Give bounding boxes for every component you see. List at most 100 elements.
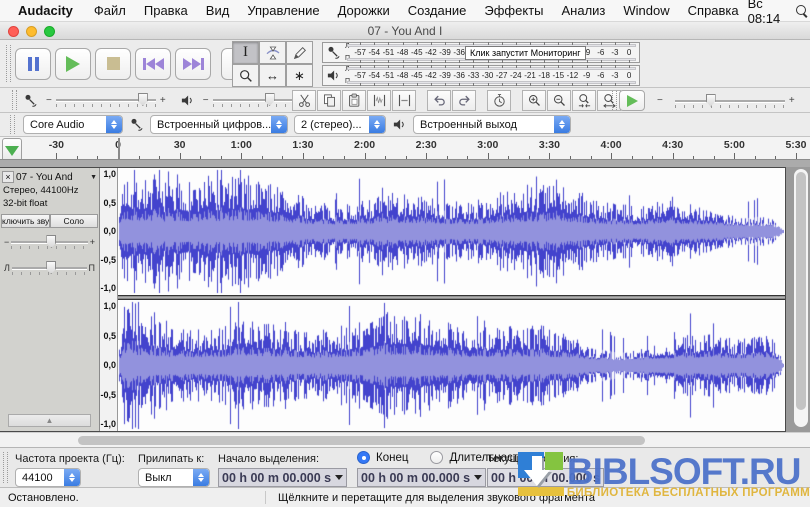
menu-item-4[interactable]: Дорожки: [329, 3, 399, 18]
horizontal-scrollbar-thumb[interactable]: [78, 436, 645, 445]
pause-button[interactable]: [15, 48, 51, 80]
cut-button[interactable]: [292, 90, 316, 111]
field-dropdown-icon[interactable]: [335, 475, 343, 480]
draw-tool-button[interactable]: [286, 41, 313, 64]
timeline-label: 4:00: [601, 139, 622, 151]
transport-toolbar: [4, 40, 259, 87]
playback-device-select[interactable]: Встроенный выход: [413, 115, 571, 134]
timeline-label: 1:00: [231, 139, 252, 151]
playback-device-value: Встроенный выход: [414, 119, 554, 131]
snap-to-select[interactable]: Выкл: [138, 468, 210, 487]
horizontal-scrollbar[interactable]: [0, 432, 810, 447]
track-close-button[interactable]: ×: [2, 171, 14, 183]
magnifier-icon: [238, 68, 254, 84]
recording-device-select[interactable]: Встроенный цифров...: [150, 115, 288, 134]
time-ruler[interactable]: -300301:001:302:002:303:003:304:004:305:…: [24, 137, 810, 159]
trim-button[interactable]: [367, 90, 391, 111]
window-titlebar[interactable]: 07 - You And I: [0, 22, 810, 40]
end-radio[interactable]: [357, 451, 370, 464]
toolbar-grip[interactable]: [10, 115, 15, 133]
speaker-icon: [326, 68, 341, 83]
menu-item-7[interactable]: Анализ: [553, 3, 615, 18]
track-gain-slider[interactable]: [11, 235, 87, 249]
zoom-tool-button[interactable]: [232, 64, 259, 87]
paste-icon: [347, 93, 362, 108]
menu-item-1[interactable]: Правка: [135, 3, 197, 18]
field-dropdown-icon[interactable]: [474, 475, 482, 480]
skip-to-end-button[interactable]: [175, 48, 211, 80]
zoom-out-button[interactable]: [547, 90, 571, 111]
meter-tick-label: -6: [594, 48, 608, 57]
multi-tool-button[interactable]: ∗: [286, 64, 313, 87]
minimize-window-button[interactable]: [26, 26, 37, 37]
audio-host-select[interactable]: Core Audio: [23, 115, 123, 134]
pan-left-label: Л: [4, 263, 10, 273]
undo-button[interactable]: [427, 90, 451, 111]
timeline-ruler[interactable]: -300301:001:302:002:303:003:304:004:305:…: [0, 137, 810, 167]
project-rate-select[interactable]: 44100: [15, 468, 81, 487]
meter-tick-label: -42: [424, 71, 438, 80]
zoom-window-button[interactable]: [44, 26, 55, 37]
envelope-tool-button[interactable]: [259, 41, 286, 64]
play-button[interactable]: [55, 48, 91, 80]
menu-item-9[interactable]: Справка: [679, 3, 748, 18]
playhead-cursor[interactable]: [118, 138, 120, 159]
monitoring-tooltip[interactable]: Клик запустит Мониторинг: [465, 46, 586, 60]
track-pan-slider[interactable]: [12, 261, 87, 275]
selection-tool-button[interactable]: I: [232, 41, 259, 64]
selection-start-field[interactable]: 00 h 00 m 00.000 s: [218, 468, 347, 487]
play-at-speed-button[interactable]: [619, 90, 645, 111]
stop-button[interactable]: [95, 48, 131, 80]
vertical-ruler-label: 0,0: [103, 360, 116, 370]
selection-end-field[interactable]: 00 h 00 m 00.000 s: [357, 468, 486, 487]
menu-item-0[interactable]: Файл: [85, 3, 135, 18]
zoom-selection-button[interactable]: [572, 90, 596, 111]
timeshift-tool-button[interactable]: ↔: [259, 64, 286, 87]
toolbar-grip[interactable]: [6, 45, 11, 83]
recording-channels-select[interactable]: 2 (стерео)...: [294, 115, 386, 134]
zoom-in-button[interactable]: [522, 90, 546, 111]
recording-meter[interactable]: ЛП -57-54-51-48-45-42-39-36-33-30-27-24-…: [322, 42, 640, 63]
length-radio[interactable]: [430, 451, 443, 464]
toolbar-grip[interactable]: [612, 91, 617, 109]
track-collapse-button[interactable]: ▲: [8, 414, 91, 427]
solo-button[interactable]: Соло: [50, 214, 99, 228]
mute-button[interactable]: ключить звук: [1, 214, 50, 228]
menu-item-8[interactable]: Window: [614, 3, 678, 18]
playback-speed-slider[interactable]: [675, 94, 785, 108]
track-menu-arrow-icon[interactable]: ▼: [90, 174, 97, 181]
toolbar-grip[interactable]: [12, 90, 17, 109]
vertical-scrollbar[interactable]: [794, 169, 808, 427]
waveform-right-channel[interactable]: [118, 300, 784, 431]
quick-play-icon: [5, 146, 19, 156]
menu-item-6[interactable]: Эффекты: [475, 3, 552, 18]
status-state: Остановлено.: [0, 492, 265, 504]
toolbar-grip[interactable]: [3, 452, 8, 483]
skip-to-start-button[interactable]: [135, 48, 171, 80]
close-window-button[interactable]: [8, 26, 19, 37]
vertical-scale-ruler[interactable]: 1,00,50,0-0,5-1,0 1,00,50,0-0,5-1,0: [100, 168, 118, 431]
project-rate-label: Частота проекта (Гц):: [15, 453, 125, 465]
meter-tick-label: -45: [410, 71, 424, 80]
copy-button[interactable]: [317, 90, 341, 111]
watermark-title: BIBLSOFT.RU: [567, 456, 810, 487]
spotlight-search-icon[interactable]: [796, 5, 804, 17]
redo-button[interactable]: [452, 90, 476, 111]
menu-item-audacity[interactable]: Audacity: [10, 3, 81, 18]
menu-item-3[interactable]: Управление: [238, 3, 328, 18]
audio-host-value: Core Audio: [24, 119, 106, 131]
menu-item-5[interactable]: Создание: [399, 3, 476, 18]
timeline-label: 2:00: [354, 139, 375, 151]
clock-button[interactable]: [487, 90, 511, 111]
recording-volume-slider[interactable]: [56, 93, 156, 107]
playback-meter[interactable]: ЛП -57-54-51-48-45-42-39-36-33-30-27-24-…: [322, 65, 640, 86]
waveform-left-channel[interactable]: [118, 168, 784, 295]
track-title[interactable]: 07 - You And: [16, 172, 88, 183]
clock-icon: [492, 93, 507, 108]
meter-tick-label: -57: [353, 48, 367, 57]
vertical-scrollbar-thumb[interactable]: [796, 172, 806, 410]
silence-button[interactable]: [392, 90, 416, 111]
paste-button[interactable]: [342, 90, 366, 111]
menu-item-2[interactable]: Вид: [197, 3, 239, 18]
timeline-label: 30: [174, 139, 186, 151]
